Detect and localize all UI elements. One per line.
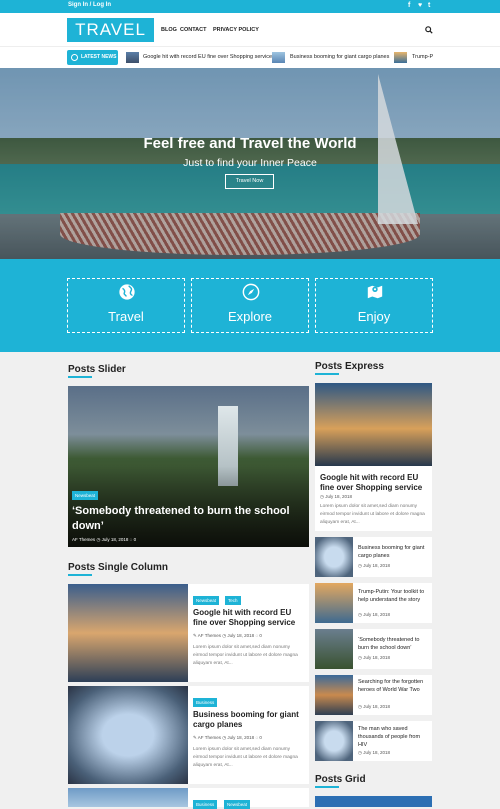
post-excerpt: Lorem ipsum dolor sit amet,sed diam nonu…	[193, 747, 298, 768]
post-thumbnail[interactable]	[315, 537, 353, 577]
latest-news-label: LATEST NEWS	[67, 50, 118, 65]
category-badge[interactable]: Newsbeat	[72, 491, 99, 500]
nav-privacy-policy[interactable]: PRIVACY POLICY	[213, 27, 259, 33]
express-item[interactable]: Business booming for giant cargo planes …	[315, 537, 432, 577]
map-icon	[367, 285, 383, 299]
slider-meta: AF Themes ◷ July 18, 2018 ◌ 0	[72, 537, 137, 542]
section-title: Posts Express	[315, 361, 384, 372]
post-title[interactable]: Searching for the forgotten heroes of Wo…	[358, 678, 430, 694]
post-thumbnail[interactable]	[68, 686, 188, 784]
post-date: ◷ July 18, 2018	[358, 563, 390, 568]
feature-label: Explore	[227, 309, 273, 324]
top-bar: Sign In / Log In f ♥ t	[0, 0, 500, 13]
section-title: Posts Grid	[315, 774, 366, 785]
express-item[interactable]: ‘Somebody threatened to burn the school …	[315, 629, 432, 669]
post-thumbnail[interactable]	[315, 583, 353, 623]
post-excerpt: Lorem ipsum dolor sit amet,sed diam nonu…	[193, 645, 298, 666]
hero-title: Feel free and Travel the World	[143, 135, 357, 152]
express-main-card[interactable]: Google hit with record EU fine over Shop…	[315, 383, 432, 531]
express-item[interactable]: The man who saved thousands of people fr…	[315, 721, 432, 761]
ticker-item[interactable]: Business booming for giant cargo planes	[290, 54, 389, 60]
category-badge[interactable]: Newsbeat	[193, 596, 220, 605]
post-date: ◷ July 18, 2018	[358, 750, 390, 755]
post-card[interactable]: Newsbeat Tech Google hit with record EU …	[68, 584, 309, 682]
ticker-thumb[interactable]	[126, 52, 139, 63]
post-card[interactable]: Business Newsbeat	[68, 788, 309, 809]
post-date: ◷ July 18, 2018	[358, 612, 390, 617]
category-badge[interactable]: Tech	[225, 596, 241, 605]
post-thumbnail[interactable]	[315, 629, 353, 669]
feature-label: Enjoy	[357, 309, 391, 324]
feature-explore[interactable]: Explore	[191, 278, 309, 333]
hero-banner: Feel free and Travel the World Just to f…	[0, 68, 500, 259]
post-title[interactable]: Business booming for giant cargo planes	[358, 544, 430, 560]
category-badge[interactable]: Business	[193, 698, 218, 707]
ticker-thumb[interactable]	[394, 52, 407, 63]
ticker-thumb[interactable]	[272, 52, 285, 63]
post-date: ◷ July 18, 2018	[320, 494, 352, 499]
post-date: ◷ July 18, 2018	[358, 704, 390, 709]
post-title[interactable]: Trump-Putin: Your toolkit to help unders…	[358, 588, 430, 604]
travel-now-button[interactable]: Travel Now	[225, 174, 274, 189]
site-logo[interactable]: TRAVEL	[67, 18, 154, 42]
category-badge[interactable]: Newsbeat	[224, 800, 251, 809]
post-thumbnail[interactable]	[315, 675, 353, 715]
post-date: ◷ July 18, 2018	[358, 655, 390, 660]
twitter-icon[interactable]: t	[428, 2, 430, 9]
feature-travel[interactable]: Travel	[67, 278, 185, 333]
features-band: Travel Explore Enjoy	[0, 259, 500, 352]
category-badge[interactable]: Business	[193, 800, 218, 809]
section-title: Posts Slider	[68, 364, 126, 375]
post-excerpt: Lorem ipsum dolor sit amet,sed diam nonu…	[320, 504, 425, 525]
compass-icon	[242, 283, 260, 301]
feature-enjoy[interactable]: Enjoy	[315, 278, 433, 333]
sign-in-link[interactable]: Sign In / Log In	[68, 2, 111, 8]
post-thumbnail[interactable]	[68, 788, 188, 807]
post-title[interactable]: Google hit with record EU fine over Shop…	[320, 473, 428, 493]
post-meta: ✎ AF Themes ◷ July 18, 2018 ◌ 0	[193, 633, 262, 638]
express-item[interactable]: Trump-Putin: Your toolkit to help unders…	[315, 583, 432, 623]
post-thumbnail[interactable]	[315, 796, 432, 807]
post-meta: ✎ AF Themes ◷ July 18, 2018 ◌ 0	[193, 735, 262, 740]
nav-contact[interactable]: CONTACT	[180, 27, 206, 33]
post-thumbnail[interactable]	[315, 721, 353, 761]
post-title[interactable]: The man who saved thousands of people fr…	[358, 725, 430, 749]
latest-news-ticker: LATEST NEWS Google hit with record EU fi…	[0, 46, 500, 68]
instagram-icon[interactable]: ♥	[418, 2, 422, 9]
post-card[interactable]: Business Business booming for giant carg…	[68, 686, 309, 784]
post-title[interactable]: Business booming for giant cargo planes	[193, 710, 305, 730]
hero-subtitle: Just to find your Inner Peace	[183, 157, 317, 169]
facebook-icon[interactable]: f	[408, 2, 410, 9]
post-title[interactable]: Google hit with record EU fine over Shop…	[193, 608, 305, 628]
search-icon[interactable]	[425, 26, 433, 34]
post-thumbnail[interactable]	[315, 383, 432, 466]
post-title[interactable]: ‘Somebody threatened to burn the school …	[358, 636, 430, 652]
ticker-item[interactable]: Trump-P	[412, 54, 433, 60]
express-item[interactable]: Searching for the forgotten heroes of Wo…	[315, 675, 432, 715]
post-thumbnail[interactable]	[68, 584, 188, 682]
site-header: TRAVEL BLOG CONTACT PRIVACY POLICY	[0, 13, 500, 46]
globe-icon	[119, 284, 135, 300]
latest-news-icon	[71, 54, 78, 61]
ticker-item[interactable]: Google hit with record EU fine over Shop…	[143, 54, 272, 60]
section-title: Posts Single Column	[68, 562, 169, 573]
slider-post-title[interactable]: ‘Somebody threatened to burn the school …	[72, 504, 302, 534]
feature-label: Travel	[108, 309, 144, 324]
nav-blog[interactable]: BLOG	[161, 27, 177, 33]
